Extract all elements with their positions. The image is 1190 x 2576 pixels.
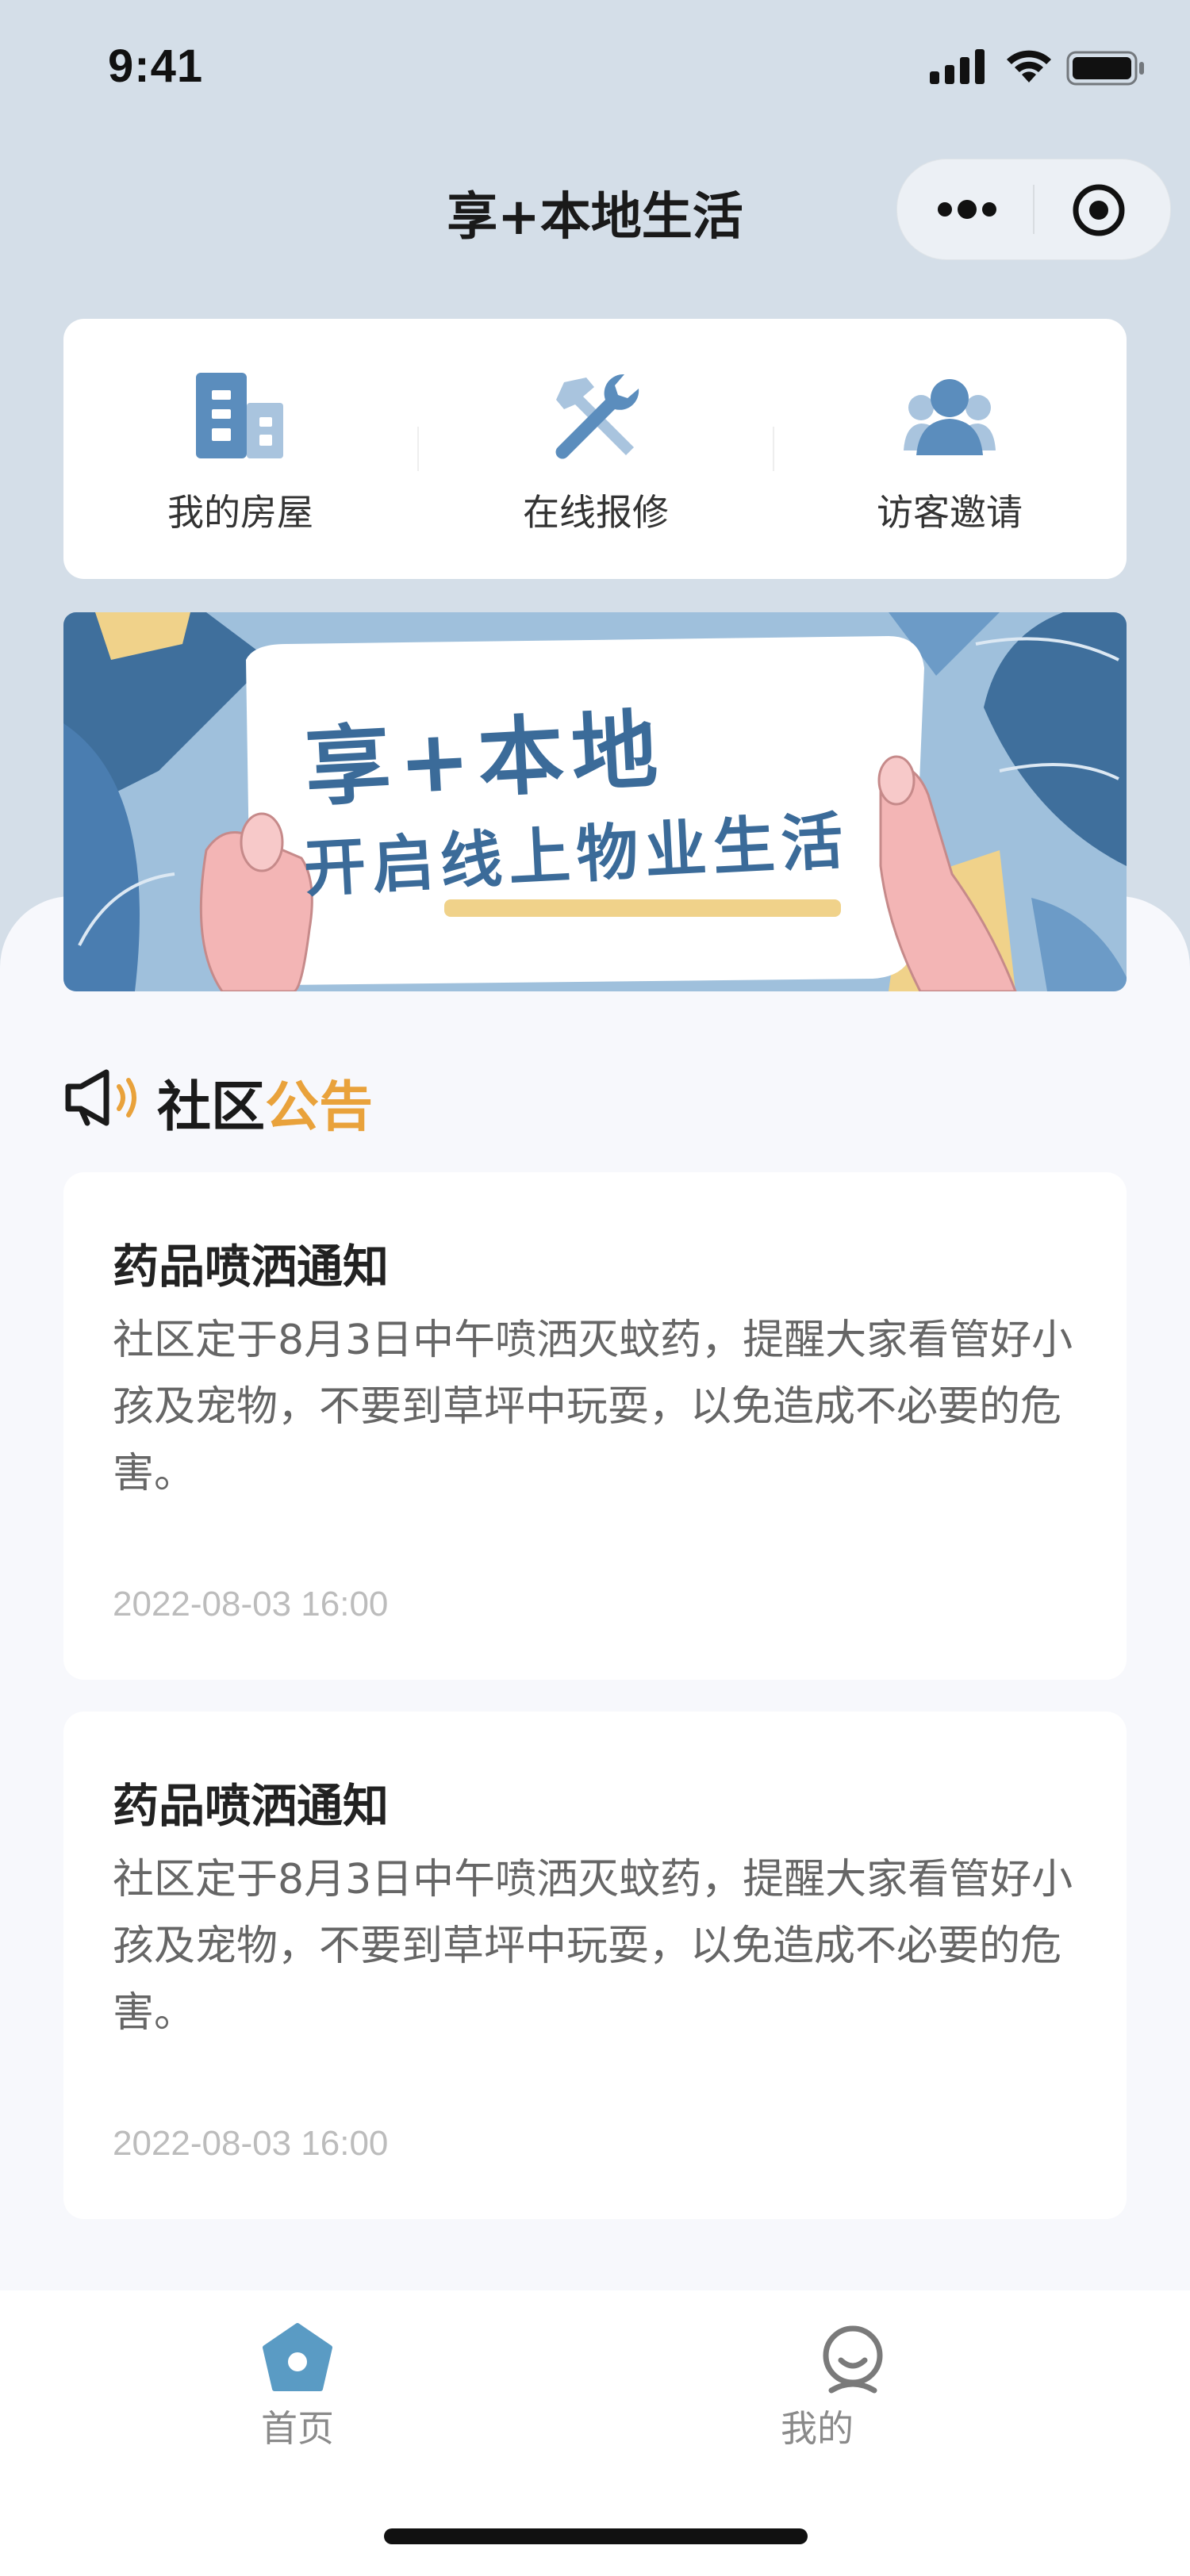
- signal-icon: [930, 49, 985, 84]
- quick-item-online-repair[interactable]: 在线报修: [419, 319, 773, 579]
- promo-banner[interactable]: 享+本地 开启线上物业生活: [63, 612, 1127, 991]
- notice-card[interactable]: 药品喷洒通知 社区定于8月3日中午喷洒灭蚊药，提醒大家看管好小孩及宠物，不要到草…: [63, 1712, 1127, 2219]
- notice-card-title: 药品喷洒通知: [113, 1779, 390, 1833]
- visitors-icon: [904, 379, 996, 455]
- tab-home[interactable]: 首页: [0, 2290, 595, 2497]
- tab-label: 首页: [261, 2407, 334, 2450]
- home-icon: [263, 2323, 332, 2391]
- page: 9:41 享+本地生活 我的房屋 在线报修 访客邀请 享+本地 开启线上物业生活…: [0, 0, 1190, 2576]
- tools-icon: [555, 374, 639, 459]
- banner-title: 享+本地: [302, 700, 668, 818]
- notice-card-date: 2022-08-03 16:00: [113, 2124, 389, 2163]
- notice-title-part1: 社区: [157, 1076, 266, 1139]
- notice-card-title: 药品喷洒通知: [113, 1240, 390, 1294]
- quick-item-visitor-invite[interactable]: 访客邀请: [773, 319, 1127, 579]
- quick-item-label: 我的房屋: [167, 491, 313, 534]
- notice-section-title: 社区公告: [157, 1063, 373, 1141]
- building-icon: [196, 373, 283, 458]
- quick-menu-card: 我的房屋 在线报修 访客邀请: [63, 319, 1127, 579]
- capsule-divider: [1033, 185, 1035, 234]
- close-target-icon[interactable]: [1070, 182, 1127, 239]
- notice-card-date: 2022-08-03 16:00: [113, 1585, 389, 1623]
- notice-card-body: 社区定于8月3日中午喷洒灭蚊药，提醒大家看管好小孩及宠物，不要到草坪中玩耍，以免…: [113, 1856, 1073, 2037]
- wifi-icon: [1007, 50, 1051, 82]
- home-indicator: [384, 2528, 808, 2544]
- user-icon: [823, 2325, 883, 2394]
- tab-label: 我的: [781, 2407, 854, 2450]
- battery-icon: [1066, 51, 1144, 86]
- mini-program-capsule: [896, 159, 1171, 260]
- tab-mine[interactable]: 我的: [595, 2290, 1190, 2497]
- notice-card[interactable]: 药品喷洒通知 社区定于8月3日中午喷洒灭蚊药，提醒大家看管好小孩及宠物，不要到草…: [63, 1172, 1127, 1680]
- quick-item-my-house[interactable]: 我的房屋: [63, 319, 417, 579]
- notice-title-part2: 公告: [265, 1076, 374, 1139]
- quick-item-label: 访客邀请: [877, 491, 1023, 534]
- notice-card-body: 社区定于8月3日中午喷洒灭蚊药，提醒大家看管好小孩及宠物，不要到草坪中玩耍，以免…: [113, 1317, 1073, 1497]
- megaphone-icon: [65, 1069, 136, 1126]
- status-bar: 9:41: [0, 0, 1190, 143]
- status-time: 9:41: [108, 40, 204, 92]
- quick-item-label: 在线报修: [523, 491, 669, 534]
- more-icon[interactable]: [935, 183, 999, 236]
